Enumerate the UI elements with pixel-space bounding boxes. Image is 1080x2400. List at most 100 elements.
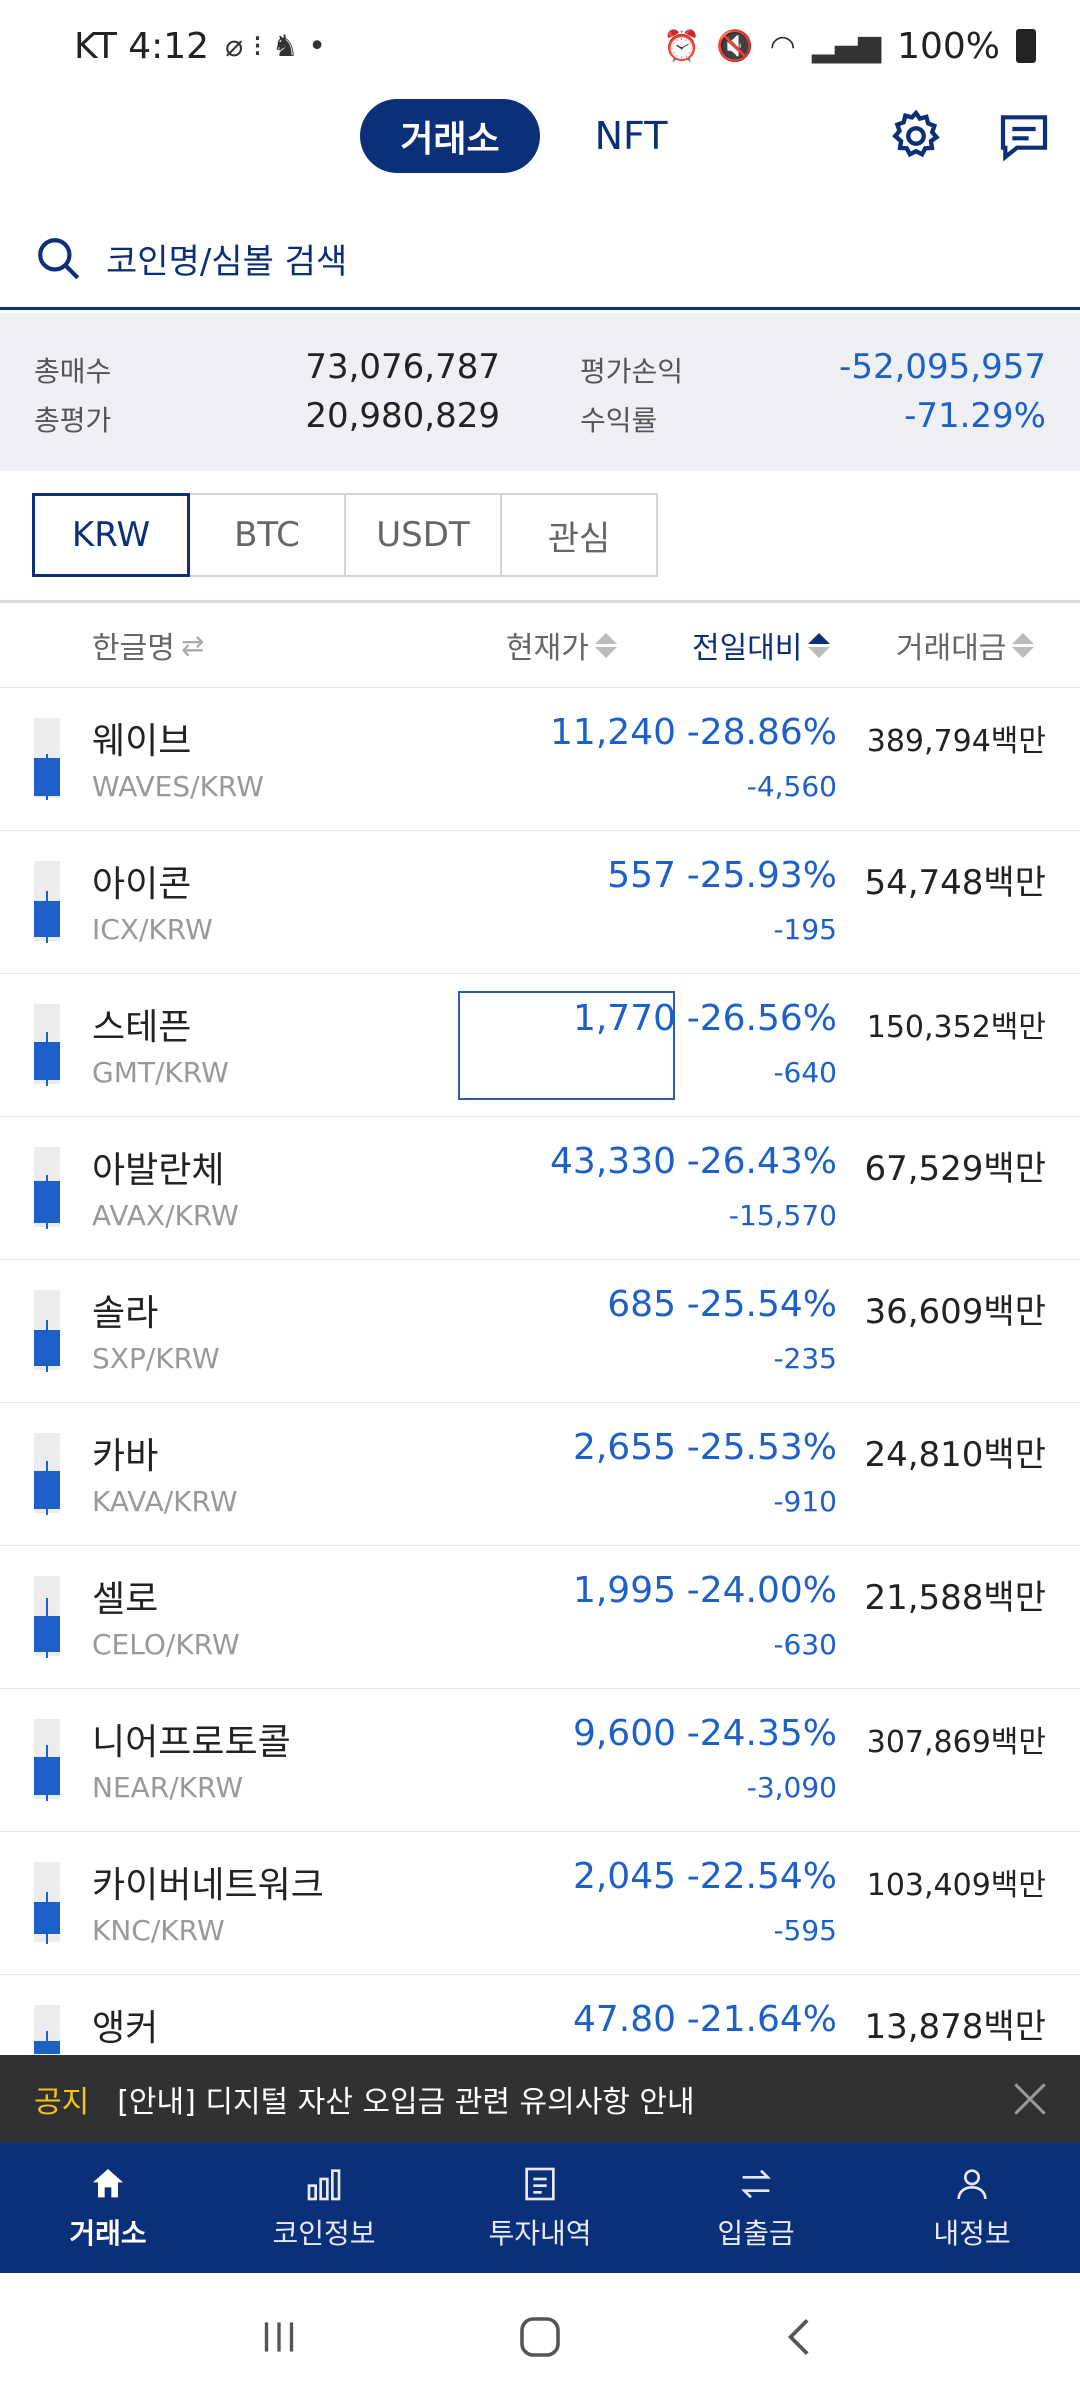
column-price-label: 현재가 — [506, 631, 589, 666]
table-header: 한글명 ⇄ 현재가 전일대비 거래대금 — [0, 600, 1080, 688]
change-amount: -235 — [773, 1342, 837, 1375]
nav-label: 내정보 — [933, 2217, 1011, 2250]
bottom-nav: 거래소 코인정보 투자내역 입출금 내정보 — [0, 2143, 1080, 2273]
tab-krw[interactable]: KRW — [32, 493, 190, 577]
column-change[interactable]: 전일대비 — [692, 623, 831, 667]
nav-label: 거래소 — [69, 2217, 147, 2250]
chat-icon[interactable] — [992, 104, 1056, 168]
coin-symbol: AVAX/KRW — [92, 1199, 239, 1232]
current-price: 557 — [607, 855, 676, 896]
coin-name: 셀로 — [92, 1579, 159, 1620]
current-price: 685 — [607, 1284, 676, 1325]
notice-banner[interactable]: 공지 [안내] 디지털 자산 오입금 관련 유의사항 안내 — [0, 2055, 1080, 2143]
total-eval-value: 20,980,829 — [305, 396, 500, 436]
coin-name: 스테픈 — [92, 1007, 192, 1048]
table-row[interactable]: 아이콘 ICX/KRW 557 -25.93% -195 54,748백만 — [0, 831, 1080, 974]
candle-icon — [34, 1616, 60, 1652]
alarm-icon: ⏰ — [662, 28, 701, 64]
table-row[interactable]: 아발란체 AVAX/KRW 43,330 -26.43% -15,570 67,… — [0, 1117, 1080, 1260]
candle-icon — [34, 1042, 60, 1080]
coin-symbol: KAVA/KRW — [92, 1485, 238, 1518]
user-icon — [950, 2164, 994, 2204]
nav-transfer[interactable]: 입출금 — [648, 2143, 864, 2273]
candle-icon — [34, 1181, 60, 1223]
search-bar[interactable]: 코인명/심볼 검색 — [0, 210, 1080, 310]
table-row[interactable]: 앵커 47.80 -21.64% 13,878백만 — [0, 1975, 1080, 2054]
nav-exchange[interactable]: 거래소 — [0, 2143, 216, 2273]
coin-symbol: ICX/KRW — [92, 913, 213, 946]
return-label: 수익률 — [580, 404, 658, 437]
chart-icon — [302, 2164, 346, 2204]
change-rate: -26.56% — [686, 998, 837, 1039]
nav-coin-info[interactable]: 코인정보 — [216, 2143, 432, 2273]
trade-volume: 307,869백만 — [866, 1725, 1046, 1760]
coin-symbol: CELO/KRW — [92, 1628, 240, 1661]
return-value: -71.29% — [904, 396, 1046, 436]
price-highlight-box — [458, 991, 675, 1100]
nav-label: 입출금 — [717, 2217, 795, 2250]
pnl-value: -52,095,957 — [839, 347, 1046, 387]
column-volume-label: 거래대금 — [896, 631, 1007, 666]
recent-apps-icon[interactable] — [254, 2312, 304, 2362]
table-row[interactable]: 카이버네트워크 KNC/KRW 2,045 -22.54% -595 103,4… — [0, 1832, 1080, 1975]
settings-icon[interactable] — [884, 104, 948, 168]
tab-favorites[interactable]: 관심 — [500, 493, 658, 577]
change-amount: -4,560 — [746, 770, 837, 803]
notice-text[interactable]: [안내] 디지털 자산 오입금 관련 유의사항 안내 — [117, 2077, 694, 2121]
sort-icon — [594, 632, 617, 658]
tab-btc[interactable]: BTC — [188, 493, 346, 577]
carrier-time: KT 4:12 — [74, 25, 210, 67]
battery-percent: 100% — [897, 25, 1000, 67]
table-row[interactable]: 니어프로토콜 NEAR/KRW 9,600 -24.35% -3,090 307… — [0, 1689, 1080, 1832]
coin-name: 솔라 — [92, 1293, 159, 1334]
coin-name: 카바 — [92, 1436, 159, 1477]
home-icon — [86, 2164, 130, 2204]
status-right: ⏰ 🔇 ◠ ▂▄▆ 100% — [663, 26, 1036, 67]
column-volume[interactable]: 거래대금 — [896, 623, 1035, 667]
coin-name: 카이버네트워크 — [92, 1865, 324, 1906]
change-rate: -25.93% — [686, 855, 837, 896]
app-header: 거래소 NFT — [0, 92, 1080, 220]
back-icon[interactable] — [776, 2312, 826, 2362]
change-rate: -24.35% — [686, 1713, 837, 1754]
mute-icon: 🔇 — [716, 28, 754, 64]
trade-volume: 13,878백만 — [864, 2007, 1046, 2047]
tab-exchange[interactable]: 거래소 — [360, 99, 540, 173]
change-rate: -26.43% — [686, 1141, 837, 1182]
total-buy-value: 73,076,787 — [305, 347, 500, 387]
candle-icon — [34, 758, 60, 796]
column-name[interactable]: 한글명 ⇄ — [92, 623, 204, 667]
signal-icon: ▂▄▆ — [811, 28, 882, 64]
change-rate: -25.53% — [686, 1427, 837, 1468]
change-rate: -25.54% — [686, 1284, 837, 1325]
coin-symbol: WAVES/KRW — [92, 770, 264, 803]
trade-volume: 150,352백만 — [866, 1010, 1046, 1045]
total-buy-label: 총매수 — [34, 355, 112, 388]
table-row[interactable]: 솔라 SXP/KRW 685 -25.54% -235 36,609백만 — [0, 1260, 1080, 1403]
coin-list: 웨이브 WAVES/KRW 11,240 -28.86% -4,560 389,… — [0, 688, 1080, 2054]
current-price: 2,045 — [572, 1856, 676, 1897]
column-price[interactable]: 현재가 — [506, 623, 617, 667]
table-row[interactable]: 셀로 CELO/KRW 1,995 -24.00% -630 21,588백만 — [0, 1546, 1080, 1689]
close-icon[interactable] — [1008, 2077, 1052, 2121]
nav-my-info[interactable]: 내정보 — [864, 2143, 1080, 2273]
trade-volume: 21,588백만 — [864, 1578, 1046, 1618]
trade-volume: 24,810백만 — [864, 1435, 1046, 1475]
column-change-label: 전일대비 — [692, 631, 803, 666]
document-icon — [518, 2164, 562, 2204]
coin-name: 웨이브 — [92, 721, 192, 762]
change-rate: -21.64% — [686, 1999, 837, 2040]
search-input[interactable]: 코인명/심볼 검색 — [106, 234, 347, 283]
sort-icon — [1012, 632, 1035, 658]
table-row[interactable]: 카바 KAVA/KRW 2,655 -25.53% -910 24,810백만 — [0, 1403, 1080, 1546]
table-row[interactable]: 웨이브 WAVES/KRW 11,240 -28.86% -4,560 389,… — [0, 688, 1080, 831]
search-icon — [38, 237, 80, 279]
column-name-label: 한글명 — [92, 631, 175, 666]
tab-nft[interactable]: NFT — [566, 99, 696, 173]
change-rate: -24.00% — [686, 1570, 837, 1611]
home-button-icon[interactable] — [513, 2310, 567, 2364]
tab-usdt[interactable]: USDT — [344, 493, 502, 577]
nav-investments[interactable]: 투자내역 — [432, 2143, 648, 2273]
coin-name: 아이콘 — [92, 864, 192, 905]
total-eval-label: 총평가 — [34, 404, 112, 437]
